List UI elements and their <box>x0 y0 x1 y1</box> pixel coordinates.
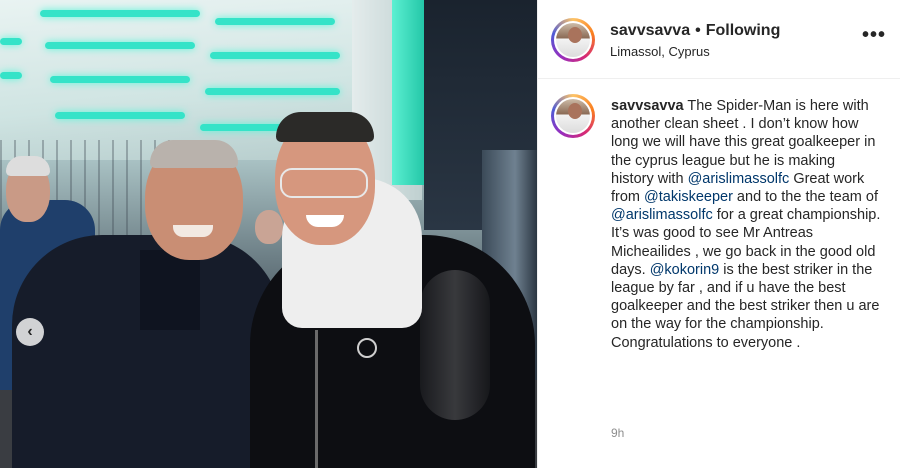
post-photo[interactable]: ‹ <box>0 0 537 468</box>
chevron-left-icon: ‹ <box>27 323 33 340</box>
avatar-photo <box>556 99 590 133</box>
ceiling-light <box>0 38 22 45</box>
jacket-zipper <box>315 330 318 468</box>
mention-link[interactable]: @arislimassolfc <box>611 207 713 223</box>
older-man-hair <box>150 140 238 168</box>
ceiling-light <box>0 72 22 79</box>
glasses <box>280 168 368 198</box>
older-man-smile <box>173 225 213 237</box>
comments-section: savvsavva The Spider-Man is here with an… <box>538 80 900 468</box>
location-link[interactable]: Limassol, Cyprus <box>610 44 710 59</box>
ceiling-light <box>215 18 335 25</box>
photo-pillar-glow <box>392 0 424 185</box>
post-timestamp[interactable]: 9h <box>611 426 624 440</box>
post-sidebar: savvsavva • Following Limassol, Cyprus •••… <box>537 0 900 468</box>
caption-author-link[interactable]: savvsavva <box>611 98 684 114</box>
avatar-ring-inner <box>554 21 592 59</box>
jacket-sheen <box>420 270 490 420</box>
younger-man-smile <box>306 215 344 227</box>
ceiling-light <box>50 76 190 83</box>
mention-link[interactable]: @arislimassolfc <box>688 171 790 187</box>
ceiling-light <box>40 10 200 17</box>
background-person-hair <box>6 156 50 176</box>
mention-link[interactable]: @kokorin9 <box>650 262 720 278</box>
younger-man-hair <box>276 112 374 142</box>
post-header: savvsavva • Following Limassol, Cyprus ••• <box>538 0 900 79</box>
caption-avatar[interactable] <box>551 94 595 138</box>
separator-dot: • <box>695 22 701 39</box>
avatar-ring-inner <box>554 97 592 135</box>
username-link[interactable]: savvsavva <box>610 22 690 39</box>
caption-text: and to the the team of <box>732 189 879 206</box>
ceiling-light <box>45 42 195 49</box>
jacket-logo <box>357 338 377 358</box>
instagram-post-viewer: ‹ savvsavva • Following Limassol, Cyprus •… <box>0 0 900 468</box>
mention-link[interactable]: @takiskeeper <box>644 189 733 205</box>
post-caption: savvsavva The Spider-Man is here with an… <box>611 97 881 352</box>
following-button[interactable]: Following <box>706 22 781 39</box>
more-options-icon[interactable]: ••• <box>862 25 886 45</box>
header-user-line: savvsavva • Following <box>610 22 780 40</box>
profile-avatar[interactable] <box>551 18 595 62</box>
ceiling-light <box>205 88 340 95</box>
ceiling-light <box>210 52 340 59</box>
carousel-prev-button[interactable]: ‹ <box>16 318 44 346</box>
older-man-collar <box>140 250 200 330</box>
background-person-head <box>255 210 283 244</box>
ceiling-light <box>55 112 185 119</box>
avatar-photo <box>556 23 590 57</box>
